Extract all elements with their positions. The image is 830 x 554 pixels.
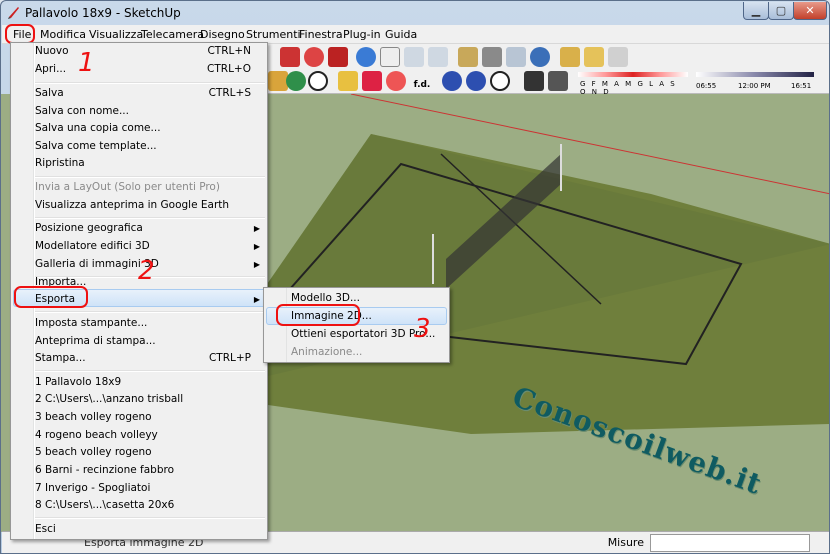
layers-icon[interactable] <box>560 47 580 67</box>
separator <box>35 311 265 313</box>
move-icon[interactable] <box>280 47 300 67</box>
pencil-icon[interactable] <box>338 71 358 91</box>
menu-item-apri[interactable]: Apri... CTRL+O <box>11 61 267 78</box>
toolbar-top <box>268 44 829 68</box>
recent-file[interactable]: 5 beach volley rogeno <box>11 444 267 461</box>
toolbar-shadow: f.d. G F M A M G L A S O N D 06:55 12:00… <box>268 68 829 96</box>
styles-icon[interactable] <box>584 47 604 67</box>
submenu-arrow-icon: ▶ <box>253 224 260 233</box>
submenu-item-animazione: Animazione... <box>291 346 363 358</box>
menu-item-salva[interactable]: Salva CTRL+S <box>11 85 267 102</box>
help-icon[interactable] <box>442 71 462 91</box>
recent-file[interactable]: 8 C:\Users\...\casetta 20x6 <box>11 497 267 514</box>
components-icon[interactable] <box>482 47 502 67</box>
measure-label: Misure <box>607 536 644 549</box>
nuovo-label: Nuovo <box>35 45 69 57</box>
separator <box>35 517 265 519</box>
menu-item-salva-con-nome[interactable]: Salva con nome... <box>11 103 267 120</box>
submenu-arrow-icon: ▶ <box>253 295 260 304</box>
separator <box>35 176 265 178</box>
separator <box>35 370 265 372</box>
menu-item-nuovo[interactable]: Nuovo CTRL+N <box>11 43 267 60</box>
shadow-settings-icon[interactable] <box>548 71 568 91</box>
menu-item-layout: Invia a LayOut (Solo per utenti Pro) <box>35 181 220 193</box>
submenu-arrow-icon: ▶ <box>253 260 260 269</box>
stampa-shortcut: CTRL+P <box>208 352 251 364</box>
info-icon[interactable] <box>308 71 328 91</box>
menu-strumenti[interactable]: Strumenti <box>243 27 304 42</box>
modellatore-label: Modellatore edifici 3D <box>35 240 150 252</box>
menu-item-salva-copia[interactable]: Salva una copia come... <box>11 120 267 137</box>
scenes-icon[interactable] <box>608 47 628 67</box>
share-model-icon[interactable] <box>506 47 526 67</box>
menu-item-salva-template[interactable]: Salva come template... <box>11 138 267 155</box>
time-end: 16:51 <box>791 82 812 90</box>
salva-shortcut: CTRL+S <box>208 87 251 99</box>
zoom-icon[interactable] <box>404 47 424 67</box>
month-gradient <box>578 72 688 77</box>
paint-icon[interactable] <box>268 71 288 91</box>
window-title: Pallavolo 18x9 - SketchUp <box>25 6 181 20</box>
menu-item-imposta-stampante[interactable]: Imposta stampante... <box>11 315 267 332</box>
orbit-icon[interactable] <box>356 47 376 67</box>
time-gradient <box>696 72 814 77</box>
apri-label: Apri... <box>35 63 67 75</box>
menu-guida[interactable]: Guida <box>382 27 420 42</box>
minimize-button[interactable]: ▁ <box>743 2 769 20</box>
info-2-icon[interactable] <box>490 71 510 91</box>
menu-item-anteprima-stampa[interactable]: Anteprima di stampa... <box>11 333 267 350</box>
warehouse-icon[interactable] <box>458 47 478 67</box>
menu-modifica[interactable]: Modifica <box>37 27 89 42</box>
shadow-toggle-icon[interactable] <box>524 71 544 91</box>
geo-location-icon[interactable] <box>286 71 306 91</box>
annotation-number-1: 1 <box>78 48 95 78</box>
submenu-arrow-icon: ▶ <box>253 242 260 251</box>
time-slider[interactable]: 06:55 12:00 PM 16:51 <box>696 70 814 92</box>
pan-icon[interactable] <box>380 47 400 67</box>
recent-file[interactable]: 4 rogeno beach volleyy <box>11 427 267 444</box>
menu-item-esci[interactable]: Esci <box>11 521 267 538</box>
menu-item-ripristina[interactable]: Ripristina <box>11 155 267 172</box>
annotation-number-2: 2 <box>138 256 155 286</box>
apri-shortcut: CTRL+O <box>207 63 251 75</box>
menu-plugin[interactable]: Plug-in <box>340 27 384 42</box>
close-button[interactable]: ✕ <box>793 2 827 20</box>
annotation-number-3: 3 <box>414 314 431 344</box>
separator <box>35 217 265 219</box>
maximize-button[interactable]: ▢ <box>768 2 794 20</box>
time-start: 06:55 <box>696 82 717 90</box>
stampa-label: Stampa... <box>35 352 86 364</box>
menu-item-posizione[interactable]: Posizione geografica ▶ <box>11 220 267 237</box>
separator <box>35 82 265 84</box>
fd-button[interactable]: f.d. <box>410 71 434 91</box>
recent-file[interactable]: 3 beach volley rogeno <box>11 409 267 426</box>
annotation-ring-esporta <box>14 286 88 308</box>
annotation-ring-file <box>5 24 35 44</box>
nuovo-shortcut: CTRL+N <box>207 45 251 57</box>
google-earth-icon[interactable] <box>530 47 550 67</box>
recent-file[interactable]: 2 C:\Users\...\anzano trisball <box>11 391 267 408</box>
annotation-ring-immagine <box>276 304 360 326</box>
rotate-icon[interactable] <box>304 47 324 67</box>
time-mid: 12:00 PM <box>738 82 771 90</box>
offset-icon[interactable] <box>328 47 348 67</box>
help-2-icon[interactable] <box>466 71 486 91</box>
eyedropper-icon[interactable] <box>362 71 382 91</box>
recent-file[interactable]: 6 Barni - recinzione fabbro <box>11 462 267 479</box>
menu-finestra[interactable]: Finestra <box>296 27 346 42</box>
title-bar: Pallavolo 18x9 - SketchUp ▁ ▢ ✕ <box>1 1 829 25</box>
zoom-extents-icon[interactable] <box>428 47 448 67</box>
salva-label: Salva <box>35 87 64 99</box>
recent-file[interactable]: 1 Pallavolo 18x9 <box>11 374 267 391</box>
menu-disegno[interactable]: Disegno <box>197 27 248 42</box>
posizione-label: Posizione geografica <box>35 222 143 234</box>
sketchup-app-icon <box>8 7 19 19</box>
menu-item-modellatore[interactable]: Modellatore edifici 3D ▶ <box>11 238 267 255</box>
month-slider[interactable]: G F M A M G L A S O N D <box>578 70 688 96</box>
menu-item-google-earth[interactable]: Visualizza anteprima in Google Earth <box>11 197 267 214</box>
color-wheel-icon[interactable] <box>386 71 406 91</box>
menu-item-stampa[interactable]: Stampa... CTRL+P <box>11 350 267 367</box>
recent-file[interactable]: 7 Inverigo - Spogliatoi <box>11 480 267 497</box>
measure-input[interactable] <box>650 534 810 552</box>
